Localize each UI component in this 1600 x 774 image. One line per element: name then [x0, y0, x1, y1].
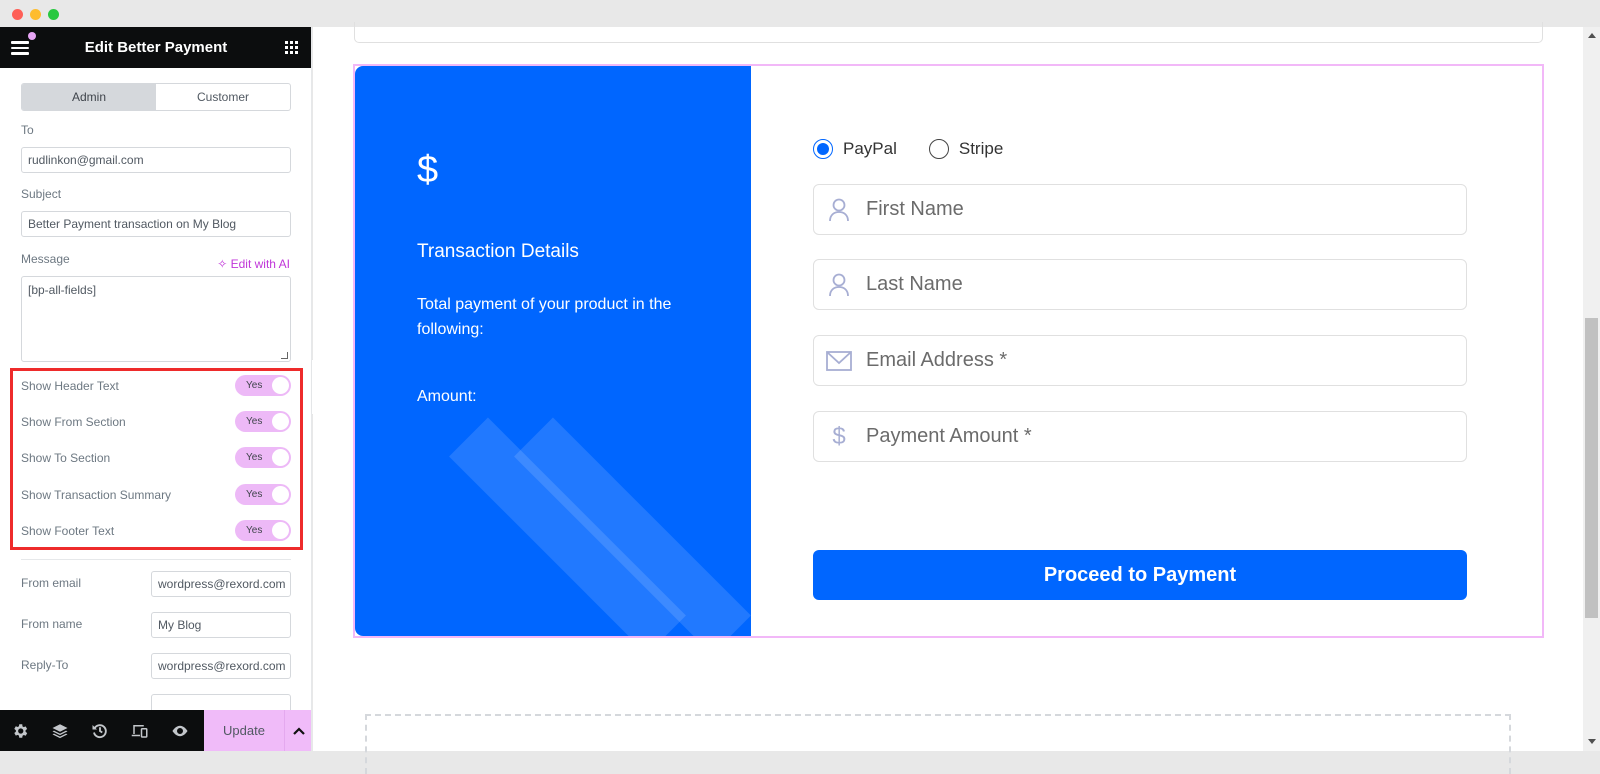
paypal-label: PayPal: [843, 139, 897, 158]
to-input[interactable]: rudlinkon@gmail.com: [21, 147, 291, 173]
section-divider: [21, 559, 291, 560]
from-name-input[interactable]: My Blog: [151, 612, 291, 638]
proceed-to-payment-button[interactable]: Proceed to Payment: [813, 550, 1467, 600]
transaction-details-panel: $ Transaction Details Total payment of y…: [355, 66, 751, 636]
radio-unchecked-icon: [928, 139, 949, 159]
switch-row-from-section: Show From Section Yes: [21, 411, 291, 433]
close-window-button[interactable]: [12, 9, 23, 20]
switch-label: Show To Section: [21, 451, 111, 465]
scroll-up-arrow-icon[interactable]: [1588, 33, 1596, 38]
maximize-window-button[interactable]: [48, 9, 59, 20]
scrollbar-thumb[interactable]: [1585, 318, 1598, 618]
transaction-details-title: Transaction Details: [417, 241, 579, 262]
from-email-input[interactable]: wordpress@rexord.com: [151, 571, 291, 597]
edit-with-ai-label: Edit with AI: [230, 257, 290, 271]
history-icon[interactable]: [91, 722, 109, 740]
tab-admin[interactable]: Admin: [22, 84, 156, 110]
from-email-label: From email: [21, 576, 82, 590]
scroll-down-arrow-icon[interactable]: [1588, 739, 1596, 744]
user-icon: [826, 197, 852, 223]
first-name-placeholder: First Name: [866, 198, 964, 220]
toggle-knob: [272, 449, 289, 466]
sidebar-title: Edit Better Payment: [84, 39, 228, 56]
minimize-window-button[interactable]: [30, 9, 41, 20]
toggle-state: Yes: [246, 525, 263, 536]
message-label: Message: [21, 252, 70, 266]
resize-handle-icon[interactable]: [281, 352, 288, 359]
update-button[interactable]: Update: [204, 710, 284, 751]
payment-method-group: PayPal Stripe: [813, 139, 1035, 159]
envelope-icon: [826, 348, 852, 374]
show-footer-text-toggle[interactable]: Yes: [235, 520, 291, 541]
amount-label: Amount:: [417, 388, 477, 405]
show-to-section-toggle[interactable]: Yes: [235, 447, 291, 468]
edit-with-ai-link[interactable]: ✧ Edit with AI: [217, 257, 290, 271]
payment-amount-field[interactable]: $ Payment Amount *: [813, 411, 1467, 462]
preview-eye-icon[interactable]: [171, 722, 189, 740]
email-placeholder: Email Address *: [866, 349, 1008, 371]
payment-form: PayPal Stripe First Name Last Name Email…: [751, 66, 1542, 636]
widgets-grid-icon[interactable]: [285, 41, 298, 54]
to-label: To: [21, 123, 34, 137]
toggle-state: Yes: [246, 489, 263, 500]
reply-to-label: Reply-To: [21, 658, 69, 672]
toggle-state: Yes: [246, 452, 263, 463]
stripe-radio[interactable]: Stripe: [928, 139, 1004, 159]
switch-label: Show From Section: [21, 415, 126, 429]
dollar-icon: $: [832, 422, 846, 450]
transaction-description: Total payment of your product in the fol…: [417, 296, 672, 338]
editor-canvas: $ Transaction Details Total payment of y…: [313, 22, 1583, 774]
show-header-text-toggle[interactable]: Yes: [235, 375, 291, 396]
payment-amount-placeholder: Payment Amount *: [866, 425, 1032, 447]
sidebar-footer: Update: [0, 710, 311, 751]
currency-symbol: $: [417, 149, 439, 191]
switch-label: Show Transaction Summary: [21, 488, 172, 502]
editor-sidebar: Edit Better Payment Admin Customer To ru…: [0, 27, 312, 751]
subject-input[interactable]: Better Payment transaction on My Blog: [21, 211, 291, 237]
layers-icon[interactable]: [51, 722, 69, 740]
add-section-dropzone[interactable]: [365, 714, 1511, 774]
paypal-radio[interactable]: PayPal: [813, 139, 897, 159]
sparkle-icon: ✧: [217, 257, 231, 271]
show-from-section-toggle[interactable]: Yes: [235, 411, 291, 432]
update-options-button[interactable]: [284, 710, 311, 751]
chevron-up-icon: [292, 726, 305, 735]
toggle-knob: [272, 377, 289, 394]
settings-icon[interactable]: [11, 722, 29, 740]
vertical-scrollbar[interactable]: [1583, 27, 1600, 751]
tab-customer[interactable]: Customer: [156, 84, 290, 110]
message-textarea[interactable]: [bp-all-fields]: [21, 276, 291, 362]
toggle-knob: [272, 486, 289, 503]
last-name-placeholder: Last Name: [866, 273, 963, 295]
toggle-state: Yes: [246, 380, 263, 391]
switch-row-to-section: Show To Section Yes: [21, 447, 291, 469]
user-icon: [826, 272, 852, 298]
previous-section-card: [354, 22, 1543, 43]
stripe-label: Stripe: [958, 139, 1004, 158]
toggle-knob: [272, 522, 289, 539]
switch-row-footer-text: Show Footer Text Yes: [21, 520, 291, 542]
radio-checked-icon: [813, 139, 833, 159]
recipient-tabs: Admin Customer: [21, 83, 291, 111]
email-field[interactable]: Email Address *: [813, 335, 1467, 386]
switch-label: Show Header Text: [21, 379, 119, 393]
first-name-field[interactable]: First Name: [813, 184, 1467, 235]
reply-to-input[interactable]: wordpress@rexord.com: [151, 653, 291, 679]
subject-label: Subject: [21, 187, 62, 201]
from-name-label: From name: [21, 617, 83, 631]
switch-row-header-text: Show Header Text Yes: [21, 375, 291, 397]
switch-row-transaction-summary: Show Transaction Summary Yes: [21, 484, 291, 506]
toggle-knob: [272, 413, 289, 430]
show-transaction-summary-toggle[interactable]: Yes: [235, 484, 291, 505]
sidebar-header: Edit Better Payment: [0, 27, 311, 68]
switch-label: Show Footer Text: [21, 524, 115, 538]
toggle-state: Yes: [246, 416, 263, 427]
message-value: [bp-all-fields]: [28, 283, 97, 297]
last-name-field[interactable]: Last Name: [813, 259, 1467, 310]
responsive-mode-icon[interactable]: [131, 722, 149, 740]
